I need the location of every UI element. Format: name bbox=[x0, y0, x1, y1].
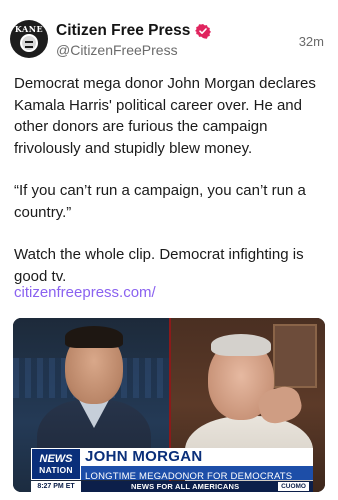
guest-hair bbox=[211, 334, 271, 356]
name-row: Citizen Free Press bbox=[56, 22, 212, 40]
post-paragraph: “If you can’t run a campaign, you can’t … bbox=[14, 182, 306, 221]
guest-title-bar: LONGTIME MEGADONOR FOR DEMOCRATS bbox=[81, 466, 313, 482]
ticker-show-name: CUOMO bbox=[278, 482, 309, 491]
network-logo-line2: NATION bbox=[39, 465, 73, 475]
avatar-label: KANE bbox=[14, 24, 44, 34]
guest-name: JOHN MORGAN bbox=[85, 448, 203, 465]
post-paragraph: Watch the whole clip. Democrat infightin… bbox=[14, 246, 304, 285]
guest-name-bar: JOHN MORGAN bbox=[81, 448, 313, 466]
verified-badge-icon bbox=[195, 23, 212, 39]
display-name[interactable]: Citizen Free Press bbox=[56, 22, 190, 40]
post-timestamp[interactable]: 32m bbox=[299, 34, 324, 49]
handle[interactable]: @CitizenFreePress bbox=[56, 42, 178, 58]
post-link[interactable]: citizenfreepress.com/ bbox=[14, 284, 156, 301]
avatar[interactable]: KANE bbox=[10, 20, 48, 58]
network-logo: NEWS NATION bbox=[31, 448, 81, 480]
video-thumbnail[interactable]: NEWS NATION JOHN MORGAN LONGTIME MEGADON… bbox=[13, 318, 325, 492]
post-body: Democrat mega donor John Morgan declares… bbox=[14, 73, 326, 308]
news-lower-third: NEWS NATION JOHN MORGAN LONGTIME MEGADON… bbox=[13, 444, 325, 492]
post-paragraph: Democrat mega donor John Morgan declares… bbox=[14, 75, 316, 157]
network-logo-line1: NEWS bbox=[39, 453, 73, 465]
ticker-text: NEWS FOR ALL AMERICANS bbox=[131, 482, 240, 491]
ticker-time: 8:27 PM ET bbox=[31, 481, 81, 492]
news-ticker: 8:27 PM ET NEWS FOR ALL AMERICANS CUOMO bbox=[31, 481, 313, 492]
avatar-face-graphic bbox=[20, 34, 38, 52]
post-header: KANE Citizen Free Press @CitizenFreePres… bbox=[0, 0, 338, 70]
host-hair bbox=[65, 326, 123, 348]
